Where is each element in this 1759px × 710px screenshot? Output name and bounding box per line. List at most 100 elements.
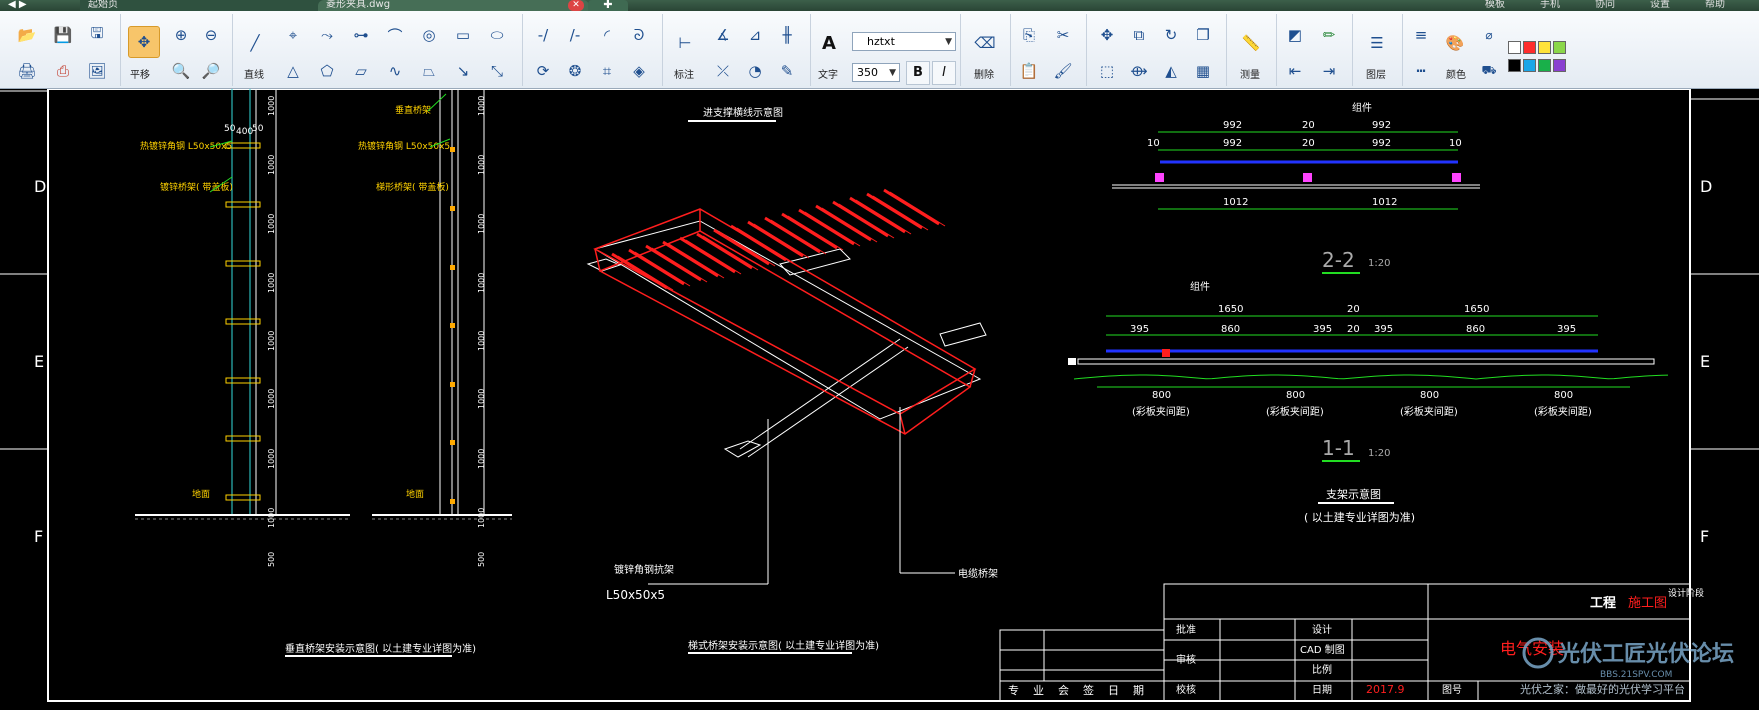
parallelogram-icon[interactable]: ▱ (348, 58, 374, 84)
polygon-icon[interactable]: ⬠ (314, 58, 340, 84)
polyline-icon[interactable]: ⌖ (280, 22, 306, 48)
eraser-small-icon[interactable]: ⌀ (1476, 22, 1502, 48)
radius-icon[interactable]: ◔ (742, 58, 768, 84)
layers-icon[interactable]: ☰ (1364, 30, 1390, 56)
highlighter-icon[interactable]: ✏ (1316, 22, 1342, 48)
section11-scale: 1:20 (1368, 448, 1390, 459)
menu-settings[interactable]: 设置 (1650, 0, 1670, 10)
s22-dim-10-right: 10 (1449, 138, 1462, 149)
line-type-icon[interactable]: ┅ (1408, 58, 1434, 84)
rotate-entity-icon[interactable]: ↻ (1158, 22, 1184, 48)
save-as-icon[interactable]: 🖫 (84, 22, 110, 48)
tray-rung (849, 196, 906, 234)
tab-home[interactable]: 起始页 (80, 0, 326, 11)
s11-note-2: (彩板夹间距) (1266, 405, 1324, 418)
layer-prev-icon[interactable]: ⇤ (1282, 58, 1308, 84)
bracket-tick (450, 440, 455, 445)
menu-help[interactable]: 帮助 (1705, 0, 1725, 10)
offset-icon[interactable]: ⟴ (1126, 58, 1152, 84)
mirror-icon[interactable]: ◭ (1158, 58, 1184, 84)
ellipse-icon[interactable]: ⬭ (484, 22, 510, 48)
region-icon[interactable]: ❂ (562, 58, 588, 84)
scale-icon[interactable]: ⧉ (1126, 22, 1152, 48)
angle-dim-icon[interactable]: ∡ (710, 22, 736, 48)
swatch-white[interactable] (1508, 41, 1521, 54)
font-size-select[interactable]: 350 ▼ (852, 63, 900, 82)
circle-icon[interactable]: ◎ (416, 22, 442, 48)
construction-icon[interactable]: ⊶ (348, 22, 374, 48)
back-forward-icon[interactable]: ◀ ▶ (8, 0, 27, 10)
export-image-icon[interactable]: 🖼 (84, 58, 110, 84)
menu-collab[interactable]: 协同 (1595, 0, 1615, 10)
lasso-icon[interactable]: ᘐ (626, 22, 652, 48)
export-pdf-icon[interactable]: ⎙ (50, 58, 76, 84)
rectangle-icon[interactable]: ▭ (450, 22, 476, 48)
ruler-icon[interactable]: 📏 (1238, 30, 1264, 56)
markup-icon[interactable]: ✎ (774, 58, 800, 84)
new-tab-button[interactable]: ✚ (588, 0, 628, 11)
watermark-line2: BBS.21SPV.COM (1600, 670, 1672, 680)
arc-icon[interactable]: ⌒ (382, 22, 408, 48)
stretch-icon[interactable]: ⬚ (1094, 58, 1120, 84)
copy-icon[interactable]: ⎘ (1016, 22, 1042, 48)
car-icon[interactable]: ⛟ (1476, 58, 1502, 84)
line-weight-icon[interactable]: ≡ (1408, 22, 1434, 48)
ordinate-icon[interactable]: ⊿ (742, 22, 768, 48)
swatch-black[interactable] (1508, 59, 1521, 72)
swatch-purple[interactable] (1553, 59, 1566, 72)
drawing-canvas[interactable]: D E F D E F 50 400 50 热镀锌角钢 L50x50x5 镀锌桥… (0, 88, 1759, 706)
layer-next-icon[interactable]: ⇥ (1316, 58, 1342, 84)
xline-icon[interactable]: ⤡ (484, 58, 510, 84)
baseline-dim-icon[interactable]: ╫ (774, 22, 800, 48)
swatch-red[interactable] (1523, 41, 1536, 54)
swatch-blue[interactable] (1523, 59, 1536, 72)
close-tab-icon[interactable]: ✕ (568, 0, 584, 11)
menu-mobile[interactable]: 手机 (1540, 0, 1560, 10)
menu-template[interactable]: 模板 (1485, 0, 1505, 10)
print-icon[interactable]: 🖨 (14, 58, 40, 84)
trapezoid-icon[interactable]: ⏢ (416, 58, 442, 84)
leader-icon[interactable]: ⤫ (710, 58, 736, 84)
ray-icon[interactable]: ↘ (450, 58, 476, 84)
font-select[interactable]: hztxt ▼ (852, 32, 956, 51)
crop-icon[interactable]: ⌗ (594, 58, 620, 84)
color-wheel-icon[interactable]: 🎨 (1442, 30, 1468, 56)
rotate-icon[interactable]: ⟳ (530, 58, 556, 84)
bold-button[interactable]: B (906, 61, 930, 85)
zoom-window-icon[interactable]: 🔍 (168, 58, 194, 84)
italic-button[interactable]: I (932, 61, 956, 85)
fill-icon[interactable]: ◈ (626, 58, 652, 84)
line-icon[interactable]: ╱ (242, 30, 268, 56)
swatch-lime[interactable] (1553, 41, 1566, 54)
swatch-green[interactable] (1538, 59, 1551, 72)
swatch-yellow[interactable] (1538, 41, 1551, 54)
tray-rung (713, 228, 770, 266)
triangle-icon[interactable]: △ (280, 58, 306, 84)
roof-profile (1073, 374, 1669, 380)
text-label: 文字 (818, 70, 838, 81)
tab-drawing[interactable]: 菱形夹具.dwg ✕ (318, 0, 589, 11)
color-group: ≡ ┅ 🎨 颜色 ⌀ ⛟ (1402, 14, 1566, 86)
copy-entity-icon[interactable]: ❐ (1190, 22, 1216, 48)
move-pt-icon[interactable]: ⤳ (314, 22, 340, 48)
trim-icon[interactable]: -/ (530, 22, 556, 48)
paste-icon[interactable]: 📋 (1016, 58, 1042, 84)
dimension-icon[interactable]: ⊢ (672, 30, 698, 56)
eraser-icon[interactable]: ⌫ (972, 30, 998, 56)
dim-50-right: 50 (252, 124, 264, 134)
text-icon[interactable]: A (816, 30, 842, 56)
zoom-out-icon[interactable]: ⊖ (198, 22, 224, 48)
extend-icon[interactable]: /- (562, 22, 588, 48)
array-icon[interactable]: ▦ (1190, 58, 1216, 84)
pan-icon[interactable]: ✥ (128, 26, 160, 58)
spline-icon[interactable]: ∿ (382, 58, 408, 84)
layer-property-icon[interactable]: ◩ (1282, 22, 1308, 48)
cut-icon[interactable]: ✂ (1050, 22, 1076, 48)
match-prop-icon[interactable]: 🖌 (1050, 58, 1076, 84)
zoom-in-icon[interactable]: ⊕ (168, 22, 194, 48)
open-folder-icon[interactable]: 📂 (14, 22, 40, 48)
move-icon[interactable]: ✥ (1094, 22, 1120, 48)
save-icon[interactable]: 💾 (50, 22, 76, 48)
fillet-icon[interactable]: ◜ (594, 22, 620, 48)
zoom-extents-icon[interactable]: 🔎 (198, 58, 224, 84)
